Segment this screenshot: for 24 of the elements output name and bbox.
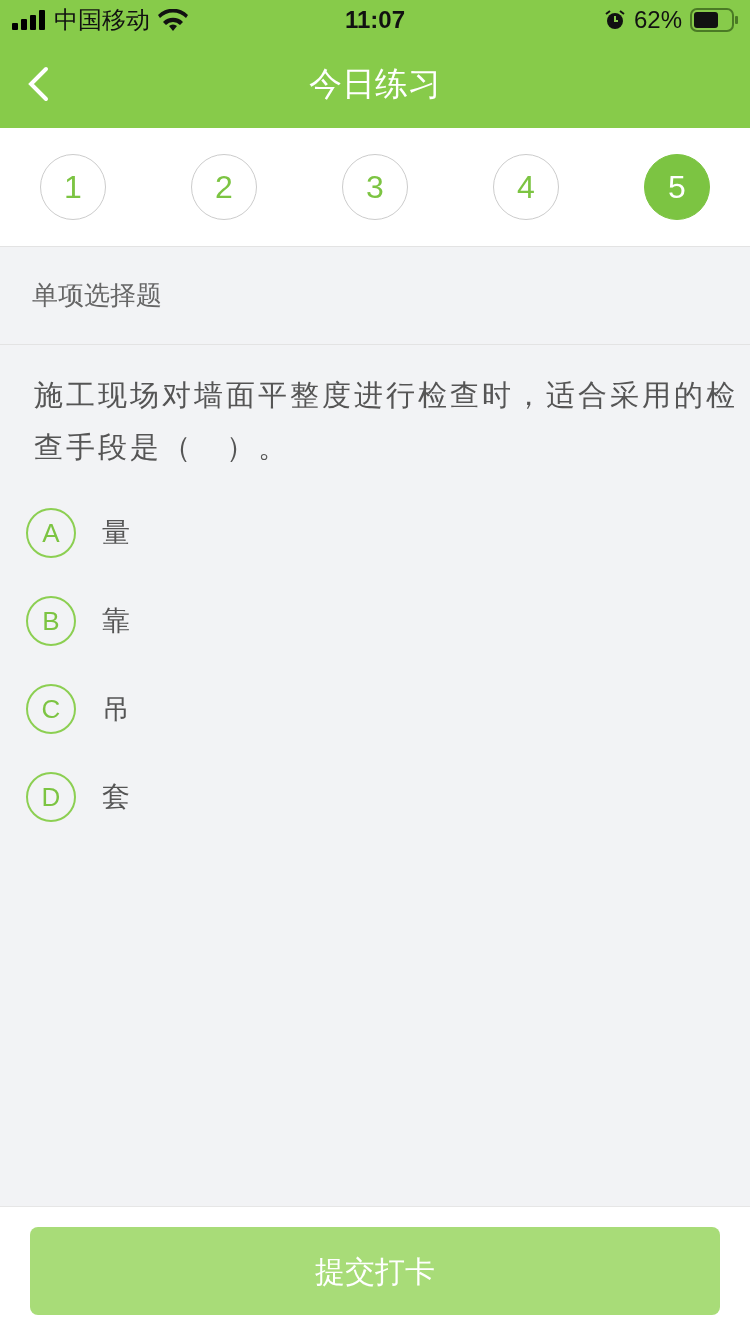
signal-icon [12, 10, 46, 30]
battery-percent: 62% [633, 5, 682, 35]
option-text[interactable]: 量 [102, 512, 130, 554]
option-text[interactable]: 套 [102, 776, 130, 818]
question-number[interactable]: 3 [342, 154, 408, 220]
option-text[interactable]: 吊 [102, 688, 130, 730]
page-title: 今日练习 [309, 64, 441, 105]
back-icon[interactable] [26, 66, 50, 102]
option-letter[interactable]: C [26, 684, 76, 734]
question-type: 单项选择题 [0, 247, 750, 345]
question-number[interactable]: 2 [191, 154, 257, 220]
question-number[interactable]: 1 [40, 154, 106, 220]
option-text[interactable]: 靠 [102, 600, 130, 642]
carrier-name: 中国移动 [54, 5, 150, 35]
battery-icon [690, 8, 738, 32]
question-number[interactable]: 5 [644, 154, 710, 220]
question-text: 施工现场对墙面平整度进行检查时，适合采用的检查手段是（ ）。 [33, 378, 739, 465]
wifi-icon [158, 9, 188, 31]
status-time: 11:07 [344, 5, 406, 35]
alarm-icon [603, 9, 626, 31]
question-number[interactable]: 4 [493, 154, 559, 220]
option-letter[interactable]: A [26, 508, 76, 558]
option-letter[interactable]: B [26, 596, 76, 646]
option-letter[interactable]: D [26, 772, 76, 822]
